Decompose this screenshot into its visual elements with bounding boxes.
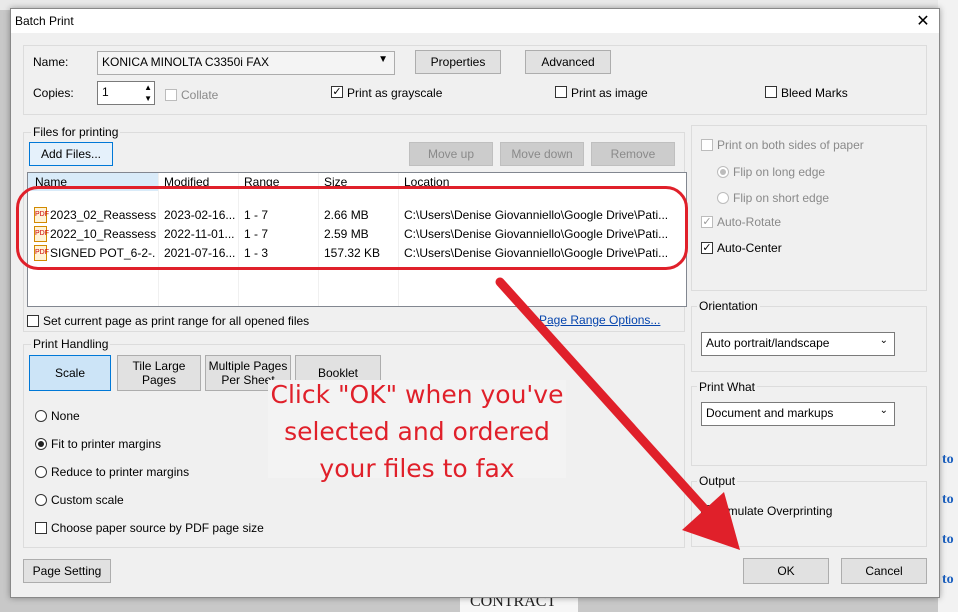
custom-scale-label: Custom scale — [51, 493, 124, 507]
background-document-edge — [938, 0, 958, 612]
output-label: Output — [697, 474, 738, 488]
grayscale-label: Print as grayscale — [347, 86, 443, 100]
fit-margins-radio[interactable] — [35, 438, 47, 450]
long-edge-label: Flip on long edge — [733, 165, 826, 179]
grayscale-checkbox[interactable]: ✓ — [331, 86, 343, 98]
tab-scale[interactable]: Scale — [29, 355, 111, 391]
advanced-button[interactable]: Advanced — [525, 50, 611, 74]
copies-label: Copies: — [33, 86, 74, 100]
background-link: to — [942, 452, 954, 467]
properties-button[interactable]: Properties — [415, 50, 501, 74]
dialog-title: Batch Print — [15, 14, 74, 28]
bleed-marks-checkbox[interactable] — [765, 86, 777, 98]
annotation-callout-text: Click "OK" when you've selected and orde… — [270, 380, 564, 483]
auto-center-label: Auto-Center — [717, 241, 782, 255]
print-what-group — [691, 386, 927, 466]
print-what-value: Document and markups — [706, 406, 834, 420]
short-edge-radio[interactable] — [717, 192, 729, 204]
auto-rotate-label: Auto-Rotate — [717, 215, 782, 229]
title-bar: Batch Print ✕ — [11, 9, 939, 33]
long-edge-radio[interactable] — [717, 166, 729, 178]
files-group-label: Files for printing — [31, 125, 121, 139]
move-down-button[interactable]: Move down — [500, 142, 584, 166]
orientation-value: Auto portrait/landscape — [706, 336, 830, 350]
batch-print-dialog: Batch Print ✕ Name: KONICA MINOLTA C3350… — [10, 8, 940, 598]
print-what-label: Print What — [697, 380, 758, 394]
simulate-overprinting-checkbox[interactable] — [701, 505, 713, 517]
print-what-select[interactable]: Document and markups ⌄ — [701, 402, 895, 426]
short-edge-label: Flip on short edge — [733, 191, 830, 205]
custom-scale-radio[interactable] — [35, 494, 47, 506]
page-range-options-link[interactable]: Page Range Options... — [539, 313, 660, 327]
copies-value: 1 — [102, 85, 109, 99]
ok-button[interactable]: OK — [743, 558, 829, 584]
background-link: to — [942, 492, 954, 507]
paper-source-label: Choose paper source by PDF page size — [51, 521, 264, 535]
set-range-label: Set current page as print range for all … — [43, 314, 310, 328]
paper-source-checkbox[interactable] — [35, 522, 47, 534]
collate-checkbox[interactable] — [165, 89, 177, 101]
print-as-image-label: Print as image — [571, 86, 648, 100]
scale-none-radio[interactable] — [35, 410, 47, 422]
background-link: to — [942, 532, 954, 547]
fit-margins-label: Fit to printer margins — [51, 437, 162, 451]
add-files-button[interactable]: Add Files... — [29, 142, 113, 166]
chevron-down-icon: ▼ — [378, 54, 388, 65]
collate-label: Collate — [181, 88, 219, 102]
printer-name-label: Name: — [33, 55, 69, 69]
orientation-select[interactable]: Auto portrait/landscape ⌄ — [701, 332, 895, 356]
printer-name-value: KONICA MINOLTA C3350i FAX — [102, 55, 269, 69]
printer-name-select[interactable]: KONICA MINOLTA C3350i FAX ▼ — [97, 51, 395, 75]
auto-center-checkbox[interactable]: ✓ — [701, 242, 713, 254]
print-handling-label: Print Handling — [31, 337, 111, 351]
stepper-arrows-icon[interactable]: ▲ ▼ — [144, 82, 152, 104]
chevron-down-icon: ⌄ — [879, 335, 888, 346]
bleed-marks-label: Bleed Marks — [781, 86, 848, 100]
auto-rotate-checkbox[interactable]: ✓ — [701, 216, 713, 228]
orientation-label: Orientation — [697, 299, 760, 313]
chevron-down-icon: ⌄ — [879, 405, 888, 416]
scale-none-label: None — [51, 409, 80, 423]
close-icon[interactable]: ✕ — [913, 11, 933, 31]
both-sides-label: Print on both sides of paper — [717, 138, 864, 152]
simulate-overprinting-label: Simulate Overprinting — [717, 504, 833, 518]
reduce-margins-label: Reduce to printer margins — [51, 465, 190, 479]
print-as-image-checkbox[interactable] — [555, 86, 567, 98]
copies-stepper[interactable]: 1 ▲ ▼ — [97, 81, 155, 105]
files-highlight-oval — [16, 186, 688, 270]
remove-button[interactable]: Remove — [591, 142, 675, 166]
background-link: to — [942, 572, 954, 587]
page-setting-button[interactable]: Page Setting — [23, 559, 111, 583]
reduce-margins-radio[interactable] — [35, 466, 47, 478]
tab-tile-large-pages[interactable]: Tile Large Pages — [117, 355, 201, 391]
cancel-button[interactable]: Cancel — [841, 558, 927, 584]
set-range-checkbox[interactable] — [27, 315, 39, 327]
move-up-button[interactable]: Move up — [409, 142, 493, 166]
both-sides-checkbox[interactable] — [701, 139, 713, 151]
